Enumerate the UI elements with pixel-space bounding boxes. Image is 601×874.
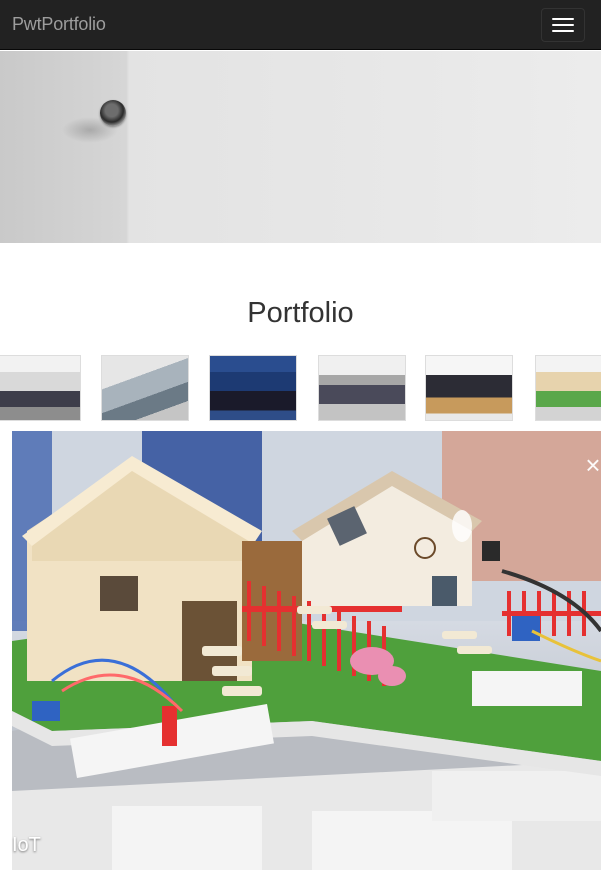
close-icon[interactable]: × [582,452,601,478]
lightbox-caption: IoT [12,834,41,856]
hero-image [0,51,601,243]
section-title: Portfolio [247,297,354,329]
navbar-toggle-button[interactable] [541,8,585,42]
brand-link[interactable]: PwtPortfolio [12,14,106,35]
portfolio-thumbnail[interactable] [101,355,189,421]
hamburger-menu-icon [552,24,574,26]
hamburger-menu-icon [552,30,574,32]
portfolio-thumbnail[interactable] [535,355,601,421]
iot-house-model-illustration [12,431,601,870]
portfolio-thumbnails [0,355,601,421]
hamburger-menu-icon [552,18,574,20]
portfolio-thumbnail[interactable] [209,355,297,421]
lightbox-image [12,431,601,870]
navbar: PwtPortfolio [0,0,601,50]
portfolio-thumbnail[interactable] [425,355,513,421]
wall-pin [100,100,126,126]
portfolio-thumbnail[interactable] [318,355,406,421]
portfolio-thumbnail[interactable] [0,355,81,421]
